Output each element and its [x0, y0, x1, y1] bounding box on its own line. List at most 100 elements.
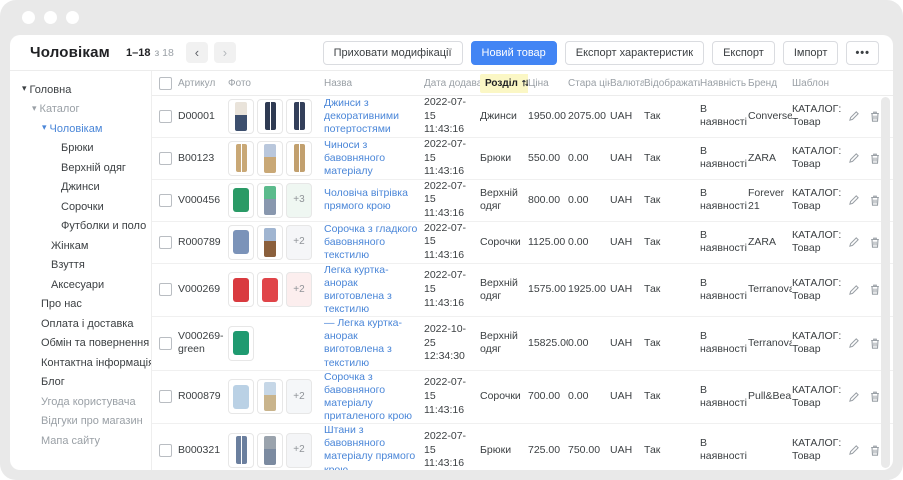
column-header-availability[interactable]: Наявність [700, 78, 748, 89]
sidebar-item-futbolky-y-polo[interactable]: Футболки и поло [10, 217, 151, 237]
product-photo[interactable] [257, 433, 283, 468]
name-cell: Чиноси з бавовняного матеріалу [324, 139, 424, 178]
sidebar-item-kontaktna-informatsiia[interactable]: Контактна інформація [10, 353, 151, 373]
sidebar-item-oplata-i-dostavka[interactable]: Оплата і доставка [10, 314, 151, 334]
more-photos-badge[interactable]: +2 [286, 379, 312, 414]
column-header-price[interactable]: Ціна [528, 78, 568, 89]
sidebar-item-aksesuary[interactable]: Аксесуари [10, 275, 151, 295]
edit-icon[interactable] [848, 391, 860, 403]
sidebar-item-mapa-saitu[interactable]: Мапа сайту [10, 431, 151, 451]
edit-icon[interactable] [848, 284, 860, 296]
row-checkbox[interactable] [159, 152, 172, 165]
product-photo[interactable] [257, 379, 283, 414]
product-photo[interactable] [228, 272, 254, 307]
row-checkbox[interactable] [159, 390, 172, 403]
column-header-template[interactable]: Шаблон [792, 78, 848, 89]
delete-icon[interactable] [869, 390, 879, 403]
more-actions-button[interactable]: ••• [846, 41, 879, 65]
product-photo[interactable] [257, 141, 283, 176]
prev-page-button[interactable]: ‹ [186, 42, 208, 63]
sidebar-item-vzuttia[interactable]: Взуття [10, 256, 151, 276]
column-header-display[interactable]: Відображати [644, 78, 700, 89]
column-header-currency[interactable]: Валюта [610, 78, 644, 89]
delete-icon[interactable] [869, 194, 879, 207]
sidebar-item-briuky[interactable]: Брюки [10, 139, 151, 159]
edit-icon[interactable] [848, 337, 860, 349]
column-header-brand[interactable]: Бренд [748, 78, 792, 89]
delete-icon[interactable] [869, 283, 879, 296]
product-link[interactable]: Чиноси з бавовняного матеріалу [324, 139, 385, 177]
product-link[interactable]: — Легка куртка-анорак виготовлена з текс… [324, 317, 402, 368]
product-photo[interactable] [286, 141, 312, 176]
sidebar-item-dzhynsy[interactable]: Джинси [10, 178, 151, 198]
column-header-section[interactable]: Розділ [480, 74, 528, 93]
sidebar-item-vidhuky-pro-mahazyn[interactable]: Відгуки про магазин [10, 412, 151, 432]
hide-modifications-button[interactable]: Приховати модифікації [323, 41, 463, 65]
vertical-scrollbar[interactable] [881, 97, 890, 468]
product-photo[interactable] [286, 99, 312, 134]
more-photos-badge[interactable]: +2 [286, 272, 312, 307]
product-photo[interactable] [228, 326, 254, 361]
row-checkbox[interactable] [159, 444, 172, 457]
sidebar-item-bloh[interactable]: Блог [10, 373, 151, 393]
sidebar-item-cholovikam[interactable]: ▾Чоловікам [10, 119, 151, 139]
edit-icon[interactable] [848, 194, 860, 206]
product-link[interactable]: Сорочка з гладкого бавовняного текстилю [324, 223, 417, 261]
product-link[interactable]: Джинси з декоративними потертостями [324, 97, 399, 135]
row-checkbox[interactable] [159, 236, 172, 249]
delete-icon[interactable] [869, 337, 879, 350]
product-photo[interactable] [228, 141, 254, 176]
product-link[interactable]: Чоловіча вітрівка прямого крою [324, 187, 408, 212]
product-link[interactable]: Легка куртка-анорак виготовлена з тексти… [324, 264, 392, 315]
product-photo[interactable] [257, 99, 283, 134]
new-product-button[interactable]: Новий товар [471, 41, 557, 65]
more-photos-badge[interactable]: +3 [286, 183, 312, 218]
sidebar-item-label: Футболки и поло [61, 220, 146, 232]
edit-icon[interactable] [848, 110, 860, 122]
column-header-photo[interactable]: Фото [228, 78, 324, 89]
more-photos-badge[interactable]: +2 [286, 225, 312, 260]
column-header-name[interactable]: Назва [324, 78, 424, 89]
product-photo[interactable] [228, 183, 254, 218]
product-photo[interactable] [228, 225, 254, 260]
delete-icon[interactable] [869, 110, 879, 123]
sidebar-item-holovna[interactable]: ▾Головна [10, 80, 151, 100]
window-control-dot[interactable] [22, 11, 35, 24]
product-photo[interactable] [257, 183, 283, 218]
export-characteristics-button[interactable]: Експорт характеристик [565, 41, 704, 65]
product-photo[interactable] [257, 272, 283, 307]
delete-icon[interactable] [869, 236, 879, 249]
select-all-checkbox[interactable] [159, 77, 172, 90]
column-header-old-price[interactable]: Стара ціна [568, 78, 610, 89]
product-photo[interactable] [228, 379, 254, 414]
product-link[interactable]: Сорочка з бавовняного матеріалу притален… [324, 371, 412, 422]
window-control-dot[interactable] [66, 11, 79, 24]
product-photo[interactable] [228, 433, 254, 468]
row-checkbox[interactable] [159, 283, 172, 296]
import-button[interactable]: Імпорт [783, 41, 839, 65]
sidebar-item-kataloh[interactable]: ▾Каталог [10, 100, 151, 120]
edit-icon[interactable] [848, 444, 860, 456]
window-control-dot[interactable] [44, 11, 57, 24]
sidebar-item-pro-nas[interactable]: Про нас [10, 295, 151, 315]
row-checkbox[interactable] [159, 337, 172, 350]
sidebar-item-zhinkam[interactable]: Жінкам [10, 236, 151, 256]
edit-icon[interactable] [848, 152, 860, 164]
sidebar-item-sorochky[interactable]: Сорочки [10, 197, 151, 217]
product-photo[interactable] [228, 99, 254, 134]
product-link[interactable]: Штани з бавовняного матеріалу прямого кр… [324, 424, 415, 470]
sidebar-item-uhoda-korystuvacha[interactable]: Угода користувача [10, 392, 151, 412]
column-header-date[interactable]: Дата додавання [424, 78, 480, 89]
column-header-article[interactable]: Артикул [178, 78, 228, 89]
export-button[interactable]: Експорт [712, 41, 775, 65]
delete-icon[interactable] [869, 444, 879, 457]
more-photos-badge[interactable]: +2 [286, 433, 312, 468]
row-checkbox[interactable] [159, 194, 172, 207]
row-checkbox[interactable] [159, 110, 172, 123]
sidebar-item-verkhnii-odiah[interactable]: Верхній одяг [10, 158, 151, 178]
sidebar-item-obmin-ta-povernennia[interactable]: Обмін та повернення [10, 334, 151, 354]
product-photo[interactable] [257, 225, 283, 260]
next-page-button[interactable]: › [214, 42, 236, 63]
edit-icon[interactable] [848, 236, 860, 248]
delete-icon[interactable] [869, 152, 879, 165]
